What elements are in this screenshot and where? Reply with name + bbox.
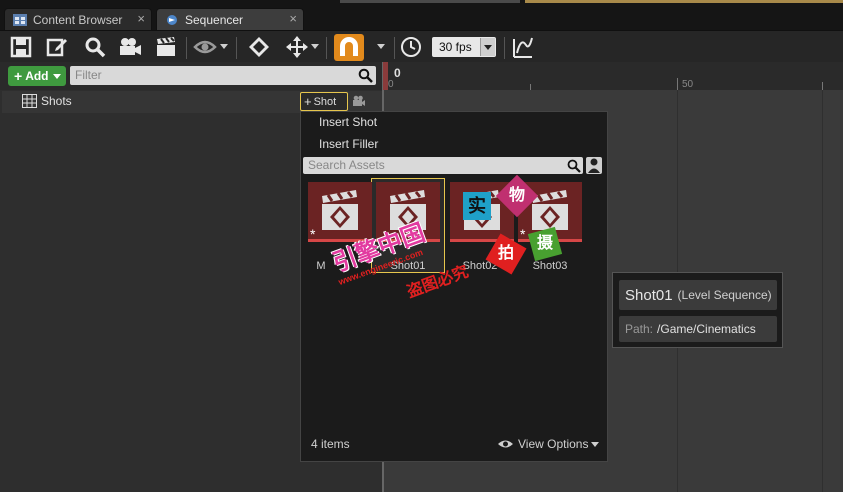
sequencer-icon — [167, 14, 177, 25]
eye-icon — [498, 440, 513, 448]
asterisk-icon: * — [310, 226, 316, 242]
asset-label: Shot03 — [532, 260, 568, 272]
camera-icon[interactable] — [352, 95, 366, 107]
tab-content-browser[interactable]: Content Browser × — [4, 8, 152, 30]
asset-search-input[interactable]: Search Assets — [303, 157, 583, 174]
clock-icon — [401, 37, 421, 57]
transform-icon — [286, 36, 308, 58]
tooltip-asset-type: (Level Sequence) — [677, 288, 772, 302]
key-button[interactable] — [246, 34, 272, 60]
tooltip-path-row: Path: /Game/Cinematics — [619, 316, 777, 342]
shot-button-label: Shot — [313, 95, 337, 108]
curve-editor-button[interactable] — [510, 34, 536, 60]
tooltip-path-value: /Game/Cinematics — [657, 322, 756, 336]
transform-button[interactable] — [284, 34, 310, 60]
toolbar-separator — [504, 37, 505, 59]
timeline-gridline — [822, 90, 823, 492]
clapper-icon — [157, 37, 175, 56]
chevron-down-icon[interactable] — [480, 38, 495, 56]
ruler-tick — [822, 82, 823, 90]
ruler-tick — [677, 78, 678, 90]
chevron-down-icon — [52, 73, 61, 79]
edit-button[interactable] — [44, 34, 70, 60]
tab-label: Content Browser — [33, 12, 123, 27]
fps-value: 30 fps — [439, 40, 472, 54]
add-label: Add — [25, 69, 49, 83]
ruler-label: 0 — [388, 79, 394, 90]
top-right-strip — [340, 0, 843, 4]
search-icon — [85, 37, 106, 58]
close-icon[interactable]: × — [289, 11, 297, 26]
magnet-icon — [340, 37, 358, 56]
close-icon[interactable]: × — [137, 11, 145, 26]
save-icon — [10, 36, 32, 58]
search-icon[interactable] — [567, 159, 581, 173]
camera-icon — [120, 38, 141, 55]
save-button[interactable] — [8, 34, 34, 60]
track-label: Shots — [41, 94, 72, 108]
curve-icon — [513, 37, 533, 58]
eye-icon — [193, 40, 217, 54]
ruler-tick — [530, 84, 531, 90]
content-browser-icon — [13, 13, 27, 26]
search-icon[interactable] — [358, 68, 373, 83]
clapper-button[interactable] — [153, 34, 179, 60]
current-frame: 0 — [394, 66, 401, 80]
item-count: 4 items — [311, 437, 350, 451]
tab-sequencer[interactable]: Sequencer × — [156, 8, 304, 30]
view-options-button[interactable]: View Options — [497, 437, 600, 451]
tooltip-header: Shot01 (Level Sequence) — [619, 280, 777, 310]
plus-icon: + — [304, 94, 312, 109]
menu-item-insert-shot[interactable]: Insert Shot — [319, 115, 377, 129]
ruler-label: 50 — [682, 79, 694, 90]
time-button[interactable] — [398, 34, 424, 60]
fps-dropdown[interactable]: 30 fps — [432, 37, 496, 57]
user-filter-button[interactable] — [586, 157, 602, 174]
search-button[interactable] — [82, 34, 108, 60]
toolbar-separator — [326, 37, 327, 59]
chevron-down-icon[interactable] — [377, 44, 385, 49]
chevron-down-icon[interactable] — [220, 44, 228, 49]
visibility-button[interactable] — [192, 34, 218, 60]
chevron-down-icon — [591, 441, 600, 447]
add-shot-button[interactable]: + Shot — [300, 92, 348, 111]
shot-track-icon — [22, 94, 37, 108]
toolbar-separator — [394, 37, 395, 59]
asterisk-icon: * — [520, 226, 526, 242]
person-icon — [588, 158, 600, 173]
view-options-label: View Options — [518, 437, 589, 451]
toolbar-separator — [236, 37, 237, 59]
watermark-stamp: 实 — [463, 192, 491, 220]
watermark-stamp-text: 摄 — [536, 235, 554, 253]
time-ruler[interactable] — [384, 62, 843, 90]
toolbar: 30 fps — [0, 30, 843, 63]
plus-icon: + — [14, 68, 23, 84]
menu-item-insert-filler[interactable]: Insert Filler — [319, 137, 378, 151]
watermark-stamp-text: 物 — [508, 186, 526, 204]
snap-toggle-button[interactable] — [334, 34, 364, 61]
tab-label: Sequencer — [185, 12, 244, 27]
edit-icon — [46, 38, 67, 57]
tooltip-asset-name: Shot01 — [625, 286, 673, 304]
watermark-stamp-text: 拍 — [497, 244, 515, 262]
tooltip-path-label: Path: — [625, 322, 654, 336]
chevron-down-icon[interactable] — [311, 44, 319, 49]
key-icon — [249, 37, 269, 57]
camera-button[interactable] — [117, 34, 143, 60]
filter-input[interactable]: Filter — [70, 66, 376, 85]
toolbar-separator — [186, 37, 187, 59]
add-button[interactable]: + Add — [8, 66, 66, 86]
